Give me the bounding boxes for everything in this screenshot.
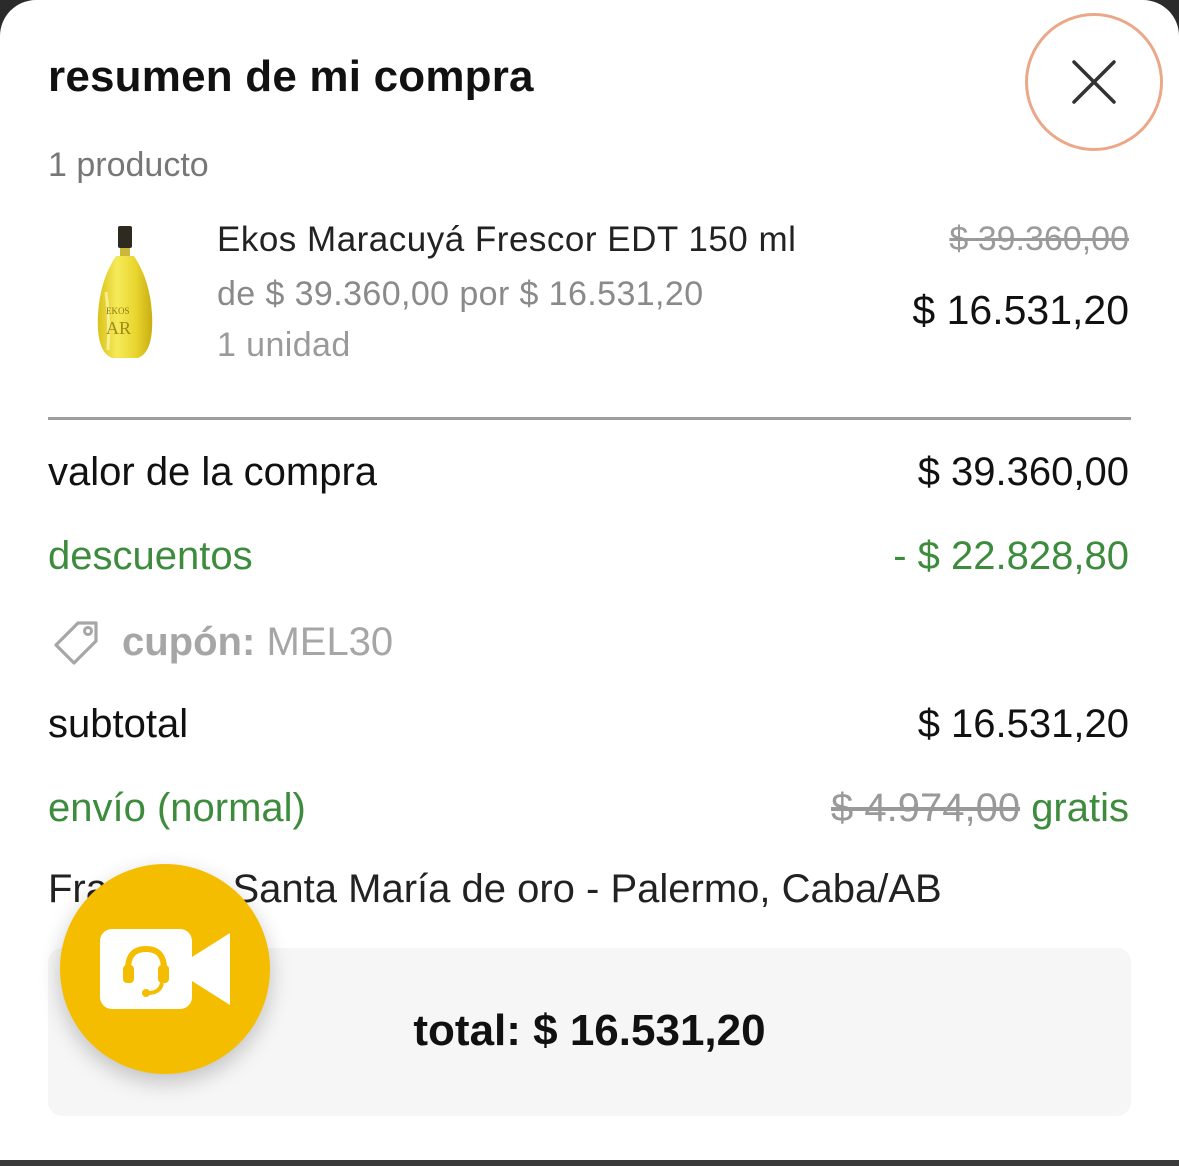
page-title: resumen de mi compra: [48, 52, 534, 101]
shipping-original-price: $ 4.974,00: [831, 786, 1021, 830]
subtotal-label: subtotal: [48, 702, 189, 746]
close-icon: [1072, 60, 1116, 104]
purchase-value-amount: $ 39.360,00: [917, 450, 1129, 494]
coupon-label: cupón:: [122, 619, 256, 664]
coupon-row: cupón: MEL30: [50, 615, 393, 669]
shipping-free-label: gratis: [1031, 786, 1129, 830]
discounts-label: descuentos: [48, 534, 253, 578]
product-count: 1 producto: [48, 146, 209, 184]
purchase-value-label: valor de la compra: [48, 450, 378, 494]
product-quantity: 1 unidad: [217, 326, 351, 364]
video-support-icon: [100, 929, 230, 1009]
discounts-amount: - $ 22.828,80: [893, 534, 1129, 578]
tag-icon: [54, 621, 98, 665]
bottom-edge: [0, 1160, 1179, 1166]
video-support-button[interactable]: [60, 864, 270, 1074]
divider: [48, 417, 1131, 420]
shipping-label: envío (normal): [48, 786, 306, 830]
coupon-text: cupón: MEL30: [122, 620, 393, 665]
product-final-price: $ 16.531,20: [912, 287, 1129, 333]
purchase-summary-sheet: resumen de mi compra 1 producto EKOS AR …: [0, 0, 1179, 1160]
product-original-price: $ 39.360,00: [949, 220, 1129, 258]
subtotal-amount: $ 16.531,20: [917, 702, 1129, 746]
svg-text:AR: AR: [106, 318, 131, 338]
perfume-bottle-image[interactable]: EKOS AR: [92, 222, 158, 362]
close-button[interactable]: [1025, 13, 1163, 151]
shipping-value: $ 4.974,00 gratis: [831, 786, 1129, 831]
product-price-line: de $ 39.360,00 por $ 16.531,20: [217, 275, 704, 313]
product-name: Ekos Maracuyá Frescor EDT 150 ml: [217, 220, 797, 259]
svg-text:EKOS: EKOS: [106, 306, 130, 316]
coupon-code: MEL30: [266, 619, 394, 664]
